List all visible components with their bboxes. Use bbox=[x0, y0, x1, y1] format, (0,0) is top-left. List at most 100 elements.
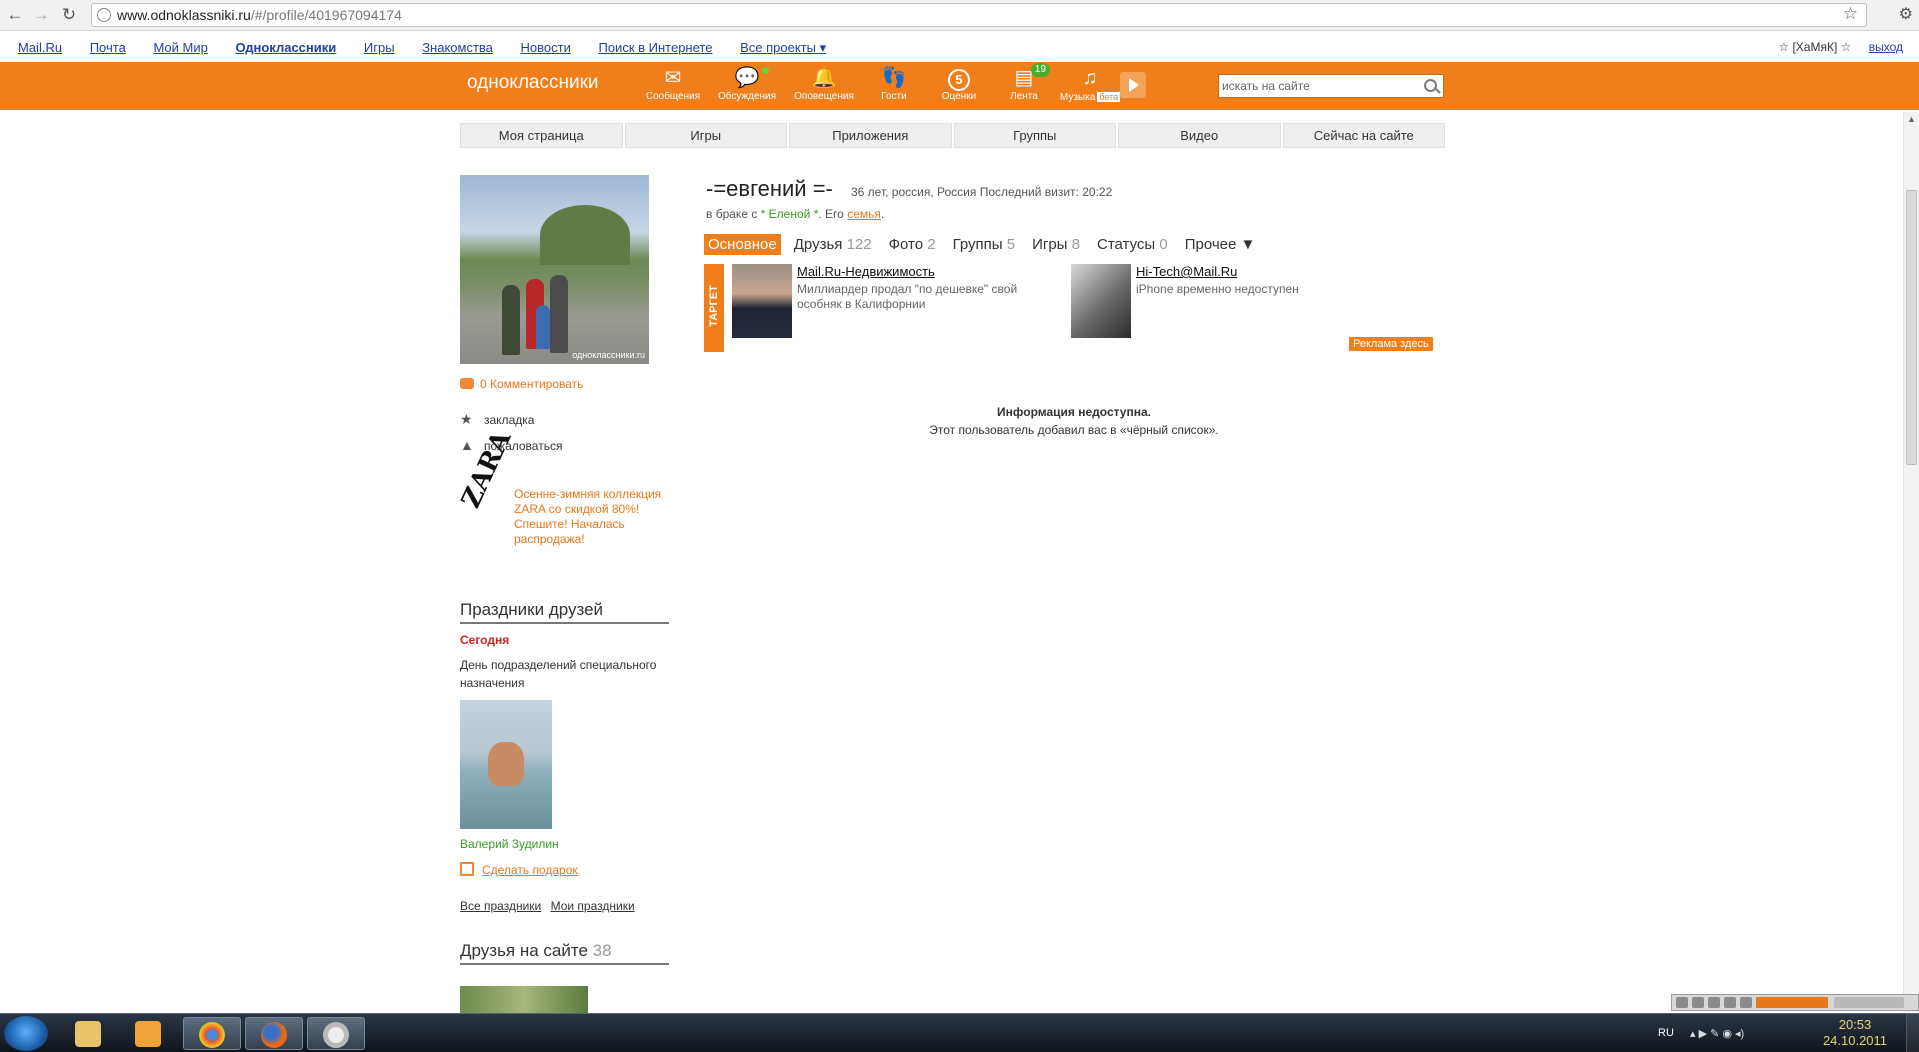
address-bar[interactable]: www.odnoklassniki.ru/#/profile/401967094… bbox=[91, 3, 1867, 27]
nav-my-page[interactable]: Моя страница bbox=[460, 123, 623, 148]
bookmark-link[interactable]: ★ закладка bbox=[460, 411, 534, 428]
my-holidays-link[interactable]: Мои праздники bbox=[551, 899, 635, 913]
bell-icon: 🔔 bbox=[811, 67, 837, 89]
portal-link-myworld[interactable]: Мой Мир bbox=[153, 40, 207, 55]
tab-games[interactable]: Игры 8 bbox=[1028, 234, 1084, 255]
nav-video[interactable]: Видео bbox=[1118, 123, 1281, 148]
zara-ad-text[interactable]: Осенне-зимняя коллекция ZARA со скидкой … bbox=[514, 487, 674, 547]
forward-arrow-icon[interactable]: → bbox=[30, 4, 52, 26]
discussions-button[interactable]: 💬 Обсуждения bbox=[715, 65, 779, 103]
comment-link[interactable]: 0 Комментировать bbox=[460, 377, 583, 391]
nav-online-now[interactable]: Сейчас на сайте bbox=[1282, 123, 1445, 148]
scroll-up-arrow-icon[interactable]: ▲ bbox=[1907, 114, 1916, 124]
info-unavailable-title: Информация недоступна. bbox=[997, 405, 1151, 419]
family-link[interactable]: семья bbox=[847, 207, 881, 221]
portal-link-odnoklassniki[interactable]: Одноклассники bbox=[235, 40, 336, 55]
site-search-input[interactable]: искать на сайте bbox=[1218, 74, 1444, 98]
page-scrollbar[interactable]: ▲ bbox=[1903, 112, 1919, 1012]
play-icon[interactable] bbox=[1120, 72, 1146, 98]
new-indicator-dot bbox=[762, 67, 769, 74]
tab-statuses[interactable]: Статусы 0 bbox=[1093, 234, 1172, 255]
start-button-icon[interactable] bbox=[4, 1016, 48, 1051]
tab-friends[interactable]: Друзья 122 bbox=[790, 234, 876, 255]
bookmark-star-icon[interactable]: ☆ bbox=[1843, 4, 1858, 24]
windows-taskbar: RU ▴ ▶ ✎ ◉ ◂) 20:53 24.10.2011 bbox=[0, 1013, 1919, 1052]
taskbar-chrome[interactable] bbox=[183, 1017, 241, 1050]
nav-games[interactable]: Игры bbox=[624, 123, 787, 148]
all-holidays-link[interactable]: Все праздники bbox=[460, 899, 541, 913]
ad2-image[interactable] bbox=[1071, 264, 1131, 338]
taskbar-opera[interactable] bbox=[307, 1017, 365, 1050]
taskbar-media-player[interactable] bbox=[120, 1017, 178, 1050]
taskbar-firefox[interactable] bbox=[245, 1017, 303, 1050]
system-tray-icons[interactable]: ▴ ▶ ✎ ◉ ◂) bbox=[1690, 1027, 1744, 1040]
portal-link-news[interactable]: Новости bbox=[521, 40, 571, 55]
profile-photo[interactable]: одноклассники.ru bbox=[460, 175, 649, 364]
ratings-label: Оценки bbox=[941, 91, 977, 102]
portal-link-mail[interactable]: Почта bbox=[90, 40, 126, 55]
tab-more[interactable]: Прочее ▼ bbox=[1181, 234, 1260, 255]
ad1-image[interactable] bbox=[732, 264, 792, 338]
language-indicator[interactable]: RU bbox=[1658, 1027, 1674, 1039]
friend-thumbnail[interactable] bbox=[460, 986, 588, 1013]
player-pause-icon[interactable] bbox=[1708, 997, 1720, 1008]
show-desktop-button[interactable] bbox=[1906, 1014, 1919, 1052]
friend-photo[interactable] bbox=[460, 700, 552, 829]
logout-link[interactable]: выход bbox=[1869, 40, 1903, 54]
discussions-label: Обсуждения bbox=[717, 91, 777, 102]
player-next-icon[interactable] bbox=[1740, 997, 1752, 1008]
advertise-here-button[interactable]: Реклама здесь bbox=[1349, 337, 1433, 351]
tab-main[interactable]: Основное bbox=[704, 234, 781, 255]
tab-groups[interactable]: Группы 5 bbox=[949, 234, 1020, 255]
ad1-title-link[interactable]: Mail.Ru-Недвижимость bbox=[797, 264, 935, 279]
system-clock[interactable]: 20:53 24.10.2011 bbox=[1820, 1017, 1890, 1049]
friends-online-count: 38 bbox=[592, 941, 612, 960]
gift-link[interactable]: Сделать подарок bbox=[460, 862, 578, 877]
alerts-button[interactable]: 🔔 Оповещения bbox=[792, 65, 856, 103]
ad1-description[interactable]: Миллиардер продал "по дешевке" свой особ… bbox=[797, 282, 1037, 312]
music-button[interactable]: ♫ Музыка бета bbox=[1058, 65, 1122, 104]
reload-icon[interactable]: ↻ bbox=[58, 4, 80, 26]
friends-online-label: Друзья на сайте bbox=[460, 941, 588, 960]
search-icon[interactable] bbox=[1424, 79, 1437, 92]
mailru-portal-bar: Mail.Ru Почта Мой Мир Одноклассники Игры… bbox=[0, 31, 1919, 62]
portal-username[interactable]: ☆ [ХаМяК] ☆ bbox=[1778, 40, 1851, 54]
star-icon: ★ bbox=[460, 411, 473, 427]
family-prefix: . Его bbox=[818, 207, 844, 221]
folder-icon bbox=[75, 1021, 101, 1047]
nav-apps[interactable]: Приложения bbox=[789, 123, 952, 148]
portal-link-search[interactable]: Поиск в Интернете bbox=[598, 40, 712, 55]
player-stop-icon[interactable] bbox=[1724, 997, 1736, 1008]
marital-status: в браке с * Еленой *. Его семья. bbox=[706, 207, 884, 221]
portal-link-games[interactable]: Игры bbox=[364, 40, 395, 55]
ad2-title-link[interactable]: Hi-Tech@Mail.Ru bbox=[1136, 264, 1237, 279]
ratings-button[interactable]: 5 Оценки bbox=[927, 65, 991, 103]
player-volume-slider[interactable] bbox=[1834, 997, 1904, 1008]
tab-photos[interactable]: Фото 2 bbox=[885, 234, 940, 255]
portal-link-all-projects[interactable]: Все проекты ▾ bbox=[740, 40, 826, 55]
gift-label[interactable]: Сделать подарок bbox=[482, 863, 578, 877]
messages-button[interactable]: ✉ Сообщения bbox=[641, 65, 705, 103]
friend-name-link[interactable]: Валерий Зудилин bbox=[460, 837, 559, 851]
nav-groups[interactable]: Группы bbox=[953, 123, 1116, 148]
portal-link-dating[interactable]: Знакомства bbox=[422, 40, 493, 55]
player-display bbox=[1756, 997, 1828, 1008]
scrollbar-thumb[interactable] bbox=[1906, 190, 1917, 465]
player-play-icon[interactable] bbox=[1692, 997, 1704, 1008]
wrench-icon[interactable]: ⚙ bbox=[1899, 4, 1913, 24]
holidays-section-title: Праздники друзей bbox=[460, 600, 669, 624]
taskbar-explorer[interactable] bbox=[60, 1017, 118, 1050]
photo-person bbox=[488, 742, 524, 786]
site-logo[interactable]: одноклассники bbox=[467, 72, 599, 94]
guests-label: Гости bbox=[881, 91, 907, 102]
ad2-description[interactable]: iPhone временно недоступен bbox=[1136, 282, 1356, 297]
warning-icon: ▲ bbox=[460, 437, 474, 453]
guests-button[interactable]: 👣 Гости bbox=[862, 65, 926, 103]
site-header: одноклассники ✉ Сообщения 💬 Обсуждения 🔔… bbox=[0, 62, 1919, 110]
player-prev-icon[interactable] bbox=[1676, 997, 1688, 1008]
feed-button[interactable]: 19 ▤ Лента bbox=[992, 63, 1056, 103]
footprints-icon: 👣 bbox=[881, 67, 907, 89]
spouse-link[interactable]: * Еленой * bbox=[761, 207, 819, 221]
portal-link-mailru[interactable]: Mail.Ru bbox=[18, 40, 62, 55]
back-arrow-icon[interactable]: ← bbox=[4, 4, 26, 26]
